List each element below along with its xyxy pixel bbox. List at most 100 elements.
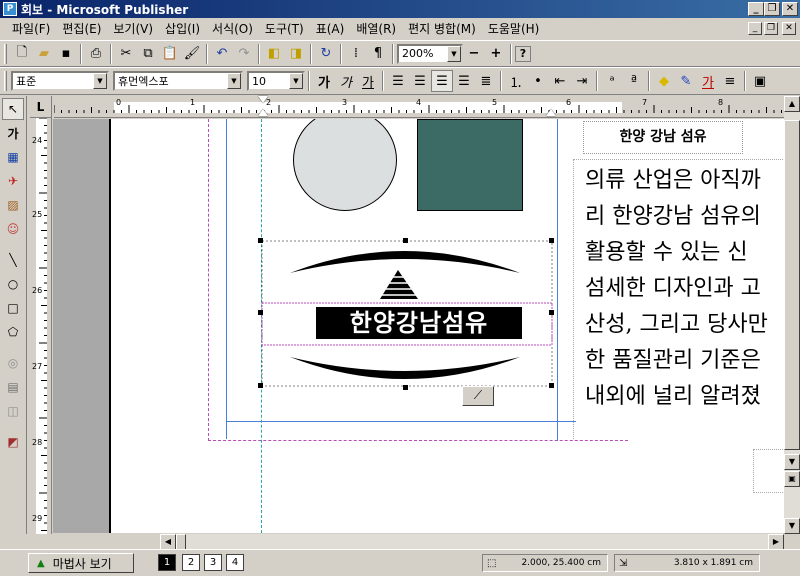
vertical-scrollbar[interactable]: ▲ ▼ ▣ ▼ (784, 96, 800, 534)
hot-spot-icon[interactable]: ◎ (2, 352, 24, 374)
resize-handle[interactable] (549, 310, 554, 315)
menu-tools[interactable]: 도구(T) (259, 19, 310, 39)
menu-arrange[interactable]: 배열(R) (350, 19, 402, 39)
custom-shapes-icon[interactable]: ⬠ (2, 321, 24, 343)
decrease-font-icon[interactable]: ᵃ (601, 70, 623, 92)
table-icon[interactable]: ▦ (2, 146, 24, 168)
line-tool-icon[interactable]: ╲ (2, 249, 24, 271)
zoom-out-button[interactable]: − (463, 43, 485, 65)
new-document-icon[interactable]: 🗋 (11, 43, 33, 65)
left-indent-marker[interactable] (258, 109, 268, 116)
shadow-icon[interactable]: ▣ (749, 70, 771, 92)
resize-handle[interactable] (549, 383, 554, 388)
magic-wand-icon[interactable]: ⟋ (462, 386, 494, 406)
special-characters-icon[interactable]: ⁞ (345, 43, 367, 65)
square-shape[interactable] (417, 119, 523, 211)
chevron-down-icon[interactable]: ▼ (93, 73, 107, 89)
resize-handle[interactable] (258, 310, 263, 315)
help-icon[interactable]: ? (515, 45, 531, 62)
resize-handle[interactable] (549, 238, 554, 243)
text-box-icon[interactable]: 가 (2, 122, 24, 144)
doc-minimize-button[interactable]: _ (748, 22, 762, 35)
toolbar-grip[interactable] (4, 71, 7, 91)
page-button-3[interactable]: 3 (204, 554, 222, 571)
chevron-down-icon[interactable]: ▼ (227, 73, 241, 89)
numbering-icon[interactable]: ⒈ (505, 70, 527, 92)
picture-icon[interactable]: ▨ (2, 194, 24, 216)
minimize-button[interactable]: _ (748, 2, 764, 16)
fill-color-icon[interactable]: ◆ (653, 70, 675, 92)
menu-view[interactable]: 보기(V) (107, 19, 159, 39)
right-indent-marker[interactable] (546, 109, 556, 116)
show-wizard-button[interactable]: ▲ 마법사 보기 (28, 553, 134, 573)
menu-mail-merge[interactable]: 편지 병합(M) (402, 19, 482, 39)
menu-insert[interactable]: 삽입(I) (159, 19, 206, 39)
menu-file[interactable]: 파일(F) (6, 19, 56, 39)
close-button[interactable]: ✕ (782, 2, 798, 16)
menu-table[interactable]: 표(A) (310, 19, 351, 39)
page-button-2[interactable]: 2 (182, 554, 200, 571)
rectangle-tool-icon[interactable]: □ (2, 297, 24, 319)
open-folder-icon[interactable]: ▰ (33, 43, 55, 65)
first-indent-marker[interactable] (258, 96, 268, 103)
page-button-4[interactable]: 4 (226, 554, 244, 571)
menu-format[interactable]: 서식(O) (206, 19, 259, 39)
zoom-in-button[interactable]: + (485, 43, 507, 65)
send-to-back-icon[interactable]: ◨ (285, 43, 307, 65)
style-combo[interactable]: 표준 ▼ (11, 71, 109, 91)
paragraph-marks-icon[interactable]: ¶ (367, 43, 389, 65)
justify-icon[interactable]: ☰ (453, 70, 475, 92)
print-icon[interactable]: ⎙ (85, 43, 107, 65)
bold-button[interactable]: 가 (313, 70, 335, 92)
horizontal-ruler[interactable]: 0 1 2 3 4 5 6 7 8 (54, 96, 784, 118)
circle-shape[interactable] (293, 119, 397, 211)
menu-edit[interactable]: 편집(E) (56, 19, 107, 39)
line-color-icon[interactable]: ✎ (675, 70, 697, 92)
restore-button[interactable]: ❐ (764, 2, 780, 16)
align-center-icon[interactable]: ☰ (409, 70, 431, 92)
oval-tool-icon[interactable]: ○ (2, 273, 24, 295)
horizontal-scrollbar[interactable]: ◀ ▶ (160, 534, 784, 550)
design-gallery-icon[interactable]: ◩ (2, 431, 24, 453)
scroll-down-button[interactable]: ▼ (784, 454, 800, 470)
scroll-thumb[interactable] (176, 534, 186, 550)
page-button-1[interactable]: 1 (158, 554, 176, 571)
increase-indent-icon[interactable]: ⇥ (571, 70, 593, 92)
logo-text[interactable]: 한양강남섬유 (316, 307, 522, 339)
html-fragment-icon[interactable]: ◫ (2, 400, 24, 422)
scroll-up-button[interactable]: ▲ (784, 96, 800, 112)
bring-to-front-icon[interactable]: ◧ (263, 43, 285, 65)
underline-button[interactable]: 가 (357, 70, 379, 92)
document-canvas[interactable]: 한양강남섬유 ⟋ 한양 강남 섬유 의류 산업은 아직까 리 한양강남 섬유의 … (53, 119, 784, 533)
scroll-down-button[interactable]: ▼ (784, 518, 800, 534)
chevron-down-icon[interactable]: ▼ (447, 45, 461, 62)
menu-help[interactable]: 도움말(H) (482, 19, 546, 39)
font-combo[interactable]: 휴먼엑스포 ▼ (113, 71, 243, 91)
italic-button[interactable]: 가 (335, 70, 357, 92)
two-page-toggle[interactable]: ▣ (784, 471, 800, 487)
rotate-icon[interactable]: ↻ (315, 43, 337, 65)
resize-handle[interactable] (403, 238, 408, 243)
header-text-box[interactable]: 한양 강남 섬유 (583, 121, 743, 154)
resize-handle[interactable] (258, 383, 263, 388)
scroll-thumb[interactable] (784, 120, 800, 450)
line-style-icon[interactable]: ≡ (719, 70, 741, 92)
doc-restore-button[interactable]: ❐ (764, 22, 778, 35)
distribute-icon[interactable]: ≣ (475, 70, 497, 92)
chevron-down-icon[interactable]: ▼ (289, 73, 303, 89)
decrease-indent-icon[interactable]: ⇤ (549, 70, 571, 92)
zoom-combo[interactable]: 200% ▼ (397, 43, 463, 64)
scroll-left-button[interactable]: ◀ (160, 534, 176, 550)
paste-icon[interactable]: 📋 (159, 43, 181, 65)
save-icon[interactable]: ▪ (55, 43, 77, 65)
align-left-icon[interactable]: ☰ (387, 70, 409, 92)
empty-frame[interactable] (753, 449, 784, 493)
doc-close-button[interactable]: ✕ (782, 22, 796, 35)
undo-icon[interactable]: ↶ (211, 43, 233, 65)
wordart-icon[interactable]: ✈ (2, 170, 24, 192)
resize-handle[interactable] (403, 385, 408, 390)
increase-font-icon[interactable]: ª (623, 70, 645, 92)
redo-icon[interactable]: ↷ (233, 43, 255, 65)
copy-icon[interactable]: ⧉ (137, 43, 159, 65)
clipart-icon[interactable]: ☺ (2, 218, 24, 240)
